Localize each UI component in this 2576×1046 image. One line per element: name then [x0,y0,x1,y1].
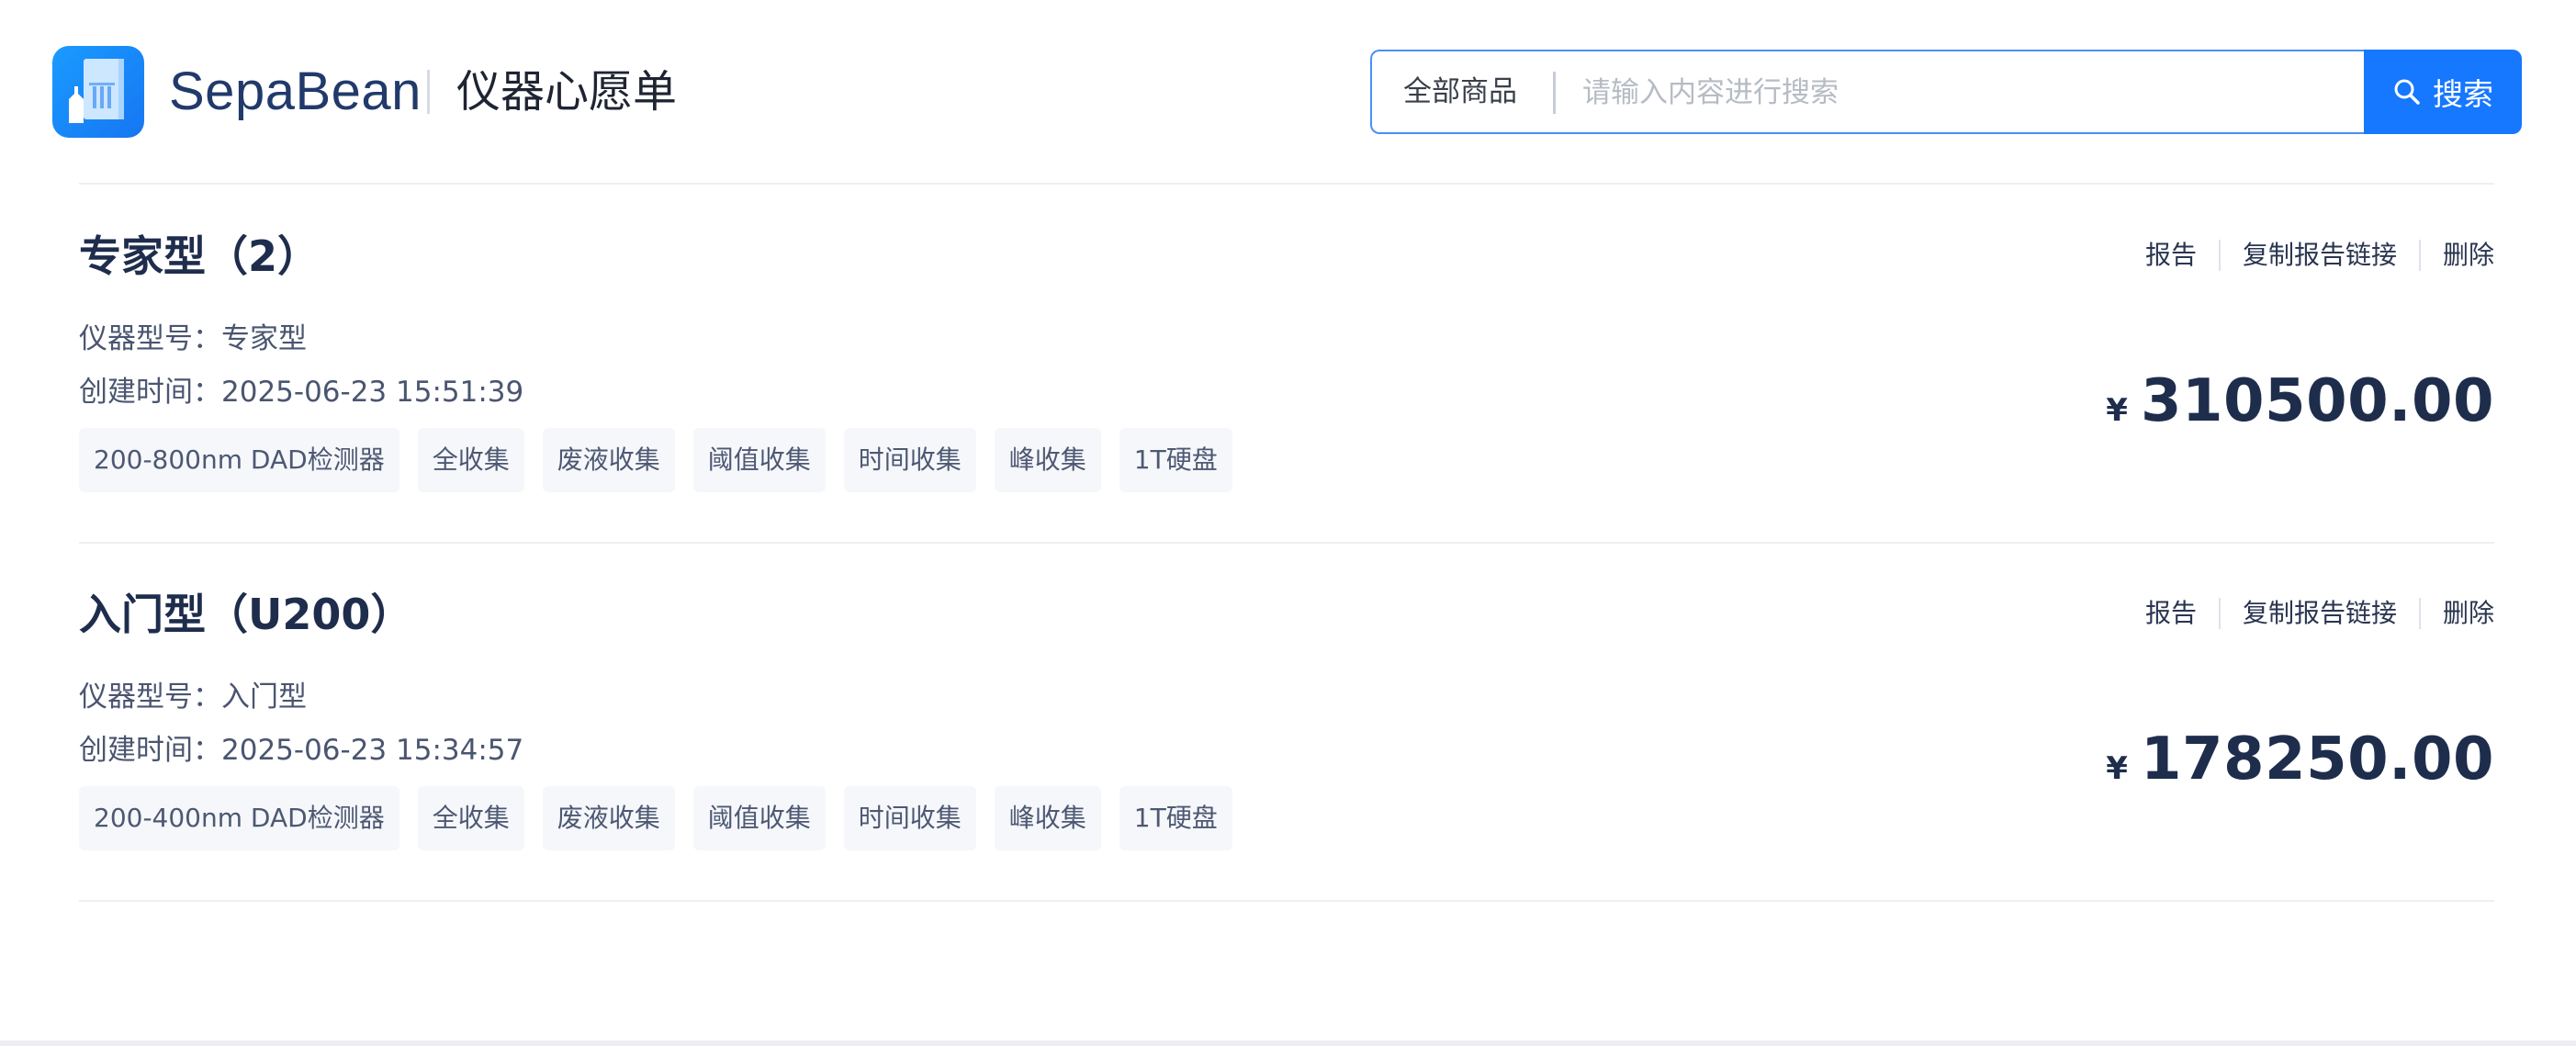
item-price: ¥ 178250.00 [2106,714,2494,805]
item-actions: 报告 复制报告链接 删除 [2145,231,2494,279]
item-tags: 200-400nm DAD检测器 全收集 废液收集 阈值收集 时间收集 峰收集 … [79,786,1251,850]
model-label: 仪器型号： [79,680,221,714]
search-button-label: 搜索 [2433,76,2493,112]
action-divider [2218,598,2221,629]
currency-symbol: ¥ [2106,750,2128,787]
tag: 1T硬盘 [1119,428,1232,492]
currency-symbol: ¥ [2106,392,2128,429]
brand-name[interactable]: SepaBean [169,57,422,127]
delete-link[interactable]: 删除 [2443,231,2494,279]
model-value: 入门型 [221,680,307,714]
tag: 时间收集 [843,786,976,850]
search-icon [2392,77,2422,107]
created-value: 2025-06-23 15:34:57 [221,734,524,767]
item-tags: 200-800nm DAD检测器 全收集 废液收集 阈值收集 时间收集 峰收集 … [79,428,1251,492]
item-model: 仪器型号：专家型 [79,316,307,362]
item-created-time: 创建时间：2025-06-23 15:51:39 [79,369,523,415]
created-label: 创建时间： [79,734,221,767]
report-link[interactable]: 报告 [2145,231,2197,279]
item-divider [79,900,2494,902]
header-divider [79,183,2494,185]
copy-report-link[interactable]: 复制报告链接 [2243,590,2397,637]
tag: 阈值收集 [692,786,826,850]
created-label: 创建时间： [79,376,221,409]
report-link[interactable]: 报告 [2145,590,2197,637]
model-value: 专家型 [221,322,307,355]
search-divider [1553,72,1556,114]
page-header: SepaBean 仪器心愿单 全部商品 搜索 [0,0,2576,185]
brand-divider [427,70,430,114]
action-divider [2418,598,2421,629]
search-bar: 全部商品 [1370,50,2364,134]
page-bottom-border [0,1040,2576,1046]
created-value: 2025-06-23 15:51:39 [221,376,524,409]
tag: 峰收集 [994,786,1101,850]
tag: 200-400nm DAD检测器 [79,786,399,850]
tag: 废液收集 [542,428,675,492]
tag: 峰收集 [994,428,1101,492]
tag: 全收集 [417,786,524,850]
sepabean-logo-icon[interactable] [52,46,144,138]
copy-report-link[interactable]: 复制报告链接 [2243,231,2397,279]
search-scope-select[interactable]: 全部商品 [1403,51,1517,132]
delete-link[interactable]: 删除 [2443,590,2494,637]
action-divider [2218,240,2221,271]
item-price: ¥ 310500.00 [2106,355,2494,447]
tag: 阈值收集 [692,428,826,492]
search-button[interactable]: 搜索 [2364,50,2522,134]
wishlist-item: 入门型（U200） 报告 复制报告链接 删除 仪器型号：入门型 创建时间：202… [79,544,2494,902]
action-divider [2418,240,2421,271]
price-value: 310500.00 [2140,367,2494,435]
item-created-time: 创建时间：2025-06-23 15:34:57 [79,727,523,773]
tag: 1T硬盘 [1119,786,1232,850]
wishlist-item: 专家型（2） 报告 复制报告链接 删除 仪器型号：专家型 创建时间：2025-0… [79,186,2494,544]
search-input[interactable] [1580,61,2337,125]
tag: 200-800nm DAD检测器 [79,428,399,492]
item-actions: 报告 复制报告链接 删除 [2145,590,2494,637]
item-title[interactable]: 入门型（U200） [79,582,412,647]
item-model: 仪器型号：入门型 [79,674,307,720]
tag: 时间收集 [843,428,976,492]
price-value: 178250.00 [2140,725,2494,793]
model-label: 仪器型号： [79,322,221,355]
item-title[interactable]: 专家型（2） [79,224,320,288]
tag: 废液收集 [542,786,675,850]
tag: 全收集 [417,428,524,492]
page-title: 仪器心愿单 [456,66,678,118]
